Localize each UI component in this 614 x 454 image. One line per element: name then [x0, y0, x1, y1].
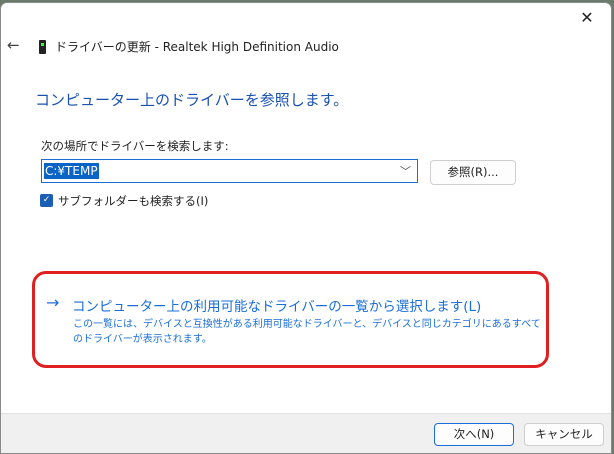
dialog-title: ドライバーの更新 - Realtek High Definition Audio [55, 40, 339, 54]
path-combobox[interactable]: C:¥TEMP ﹀ [41, 159, 418, 183]
pick-from-list-description: この一覧には、デバイスと互換性がある利用可能なドライバーと、デバイスと同じカテゴ… [73, 319, 541, 345]
close-icon: ✕ [580, 8, 594, 27]
audio-device-icon [39, 40, 46, 54]
dialog-footer [1, 413, 611, 453]
update-driver-dialog: ✕ ← ドライバーの更新 - Realtek High Definition A… [0, 2, 612, 454]
browse-button[interactable]: 参照(R)... [430, 160, 516, 185]
search-location-label: 次の場所でドライバーを検索します: [41, 139, 229, 153]
pick-from-list-link[interactable]: コンピューター上の利用可能なドライバーの一覧から選択します(L) [72, 295, 481, 315]
chevron-down-icon[interactable]: ﹀ [400, 163, 411, 179]
include-subfolders-label[interactable]: サブフォルダーも検索する(I) [58, 193, 208, 209]
back-arrow-icon: ← [7, 36, 20, 54]
path-input-value[interactable]: C:¥TEMP [44, 163, 99, 179]
include-subfolders-checkbox[interactable]: ✓ [40, 194, 53, 207]
back-button[interactable]: ← [7, 36, 20, 54]
cancel-button[interactable]: キャンセル [524, 423, 604, 446]
close-button[interactable]: ✕ [575, 7, 599, 29]
next-button[interactable]: 次へ(N) [434, 423, 514, 446]
page-heading: コンピューター上のドライバーを参照します。 [35, 91, 349, 109]
arrow-right-icon: → [46, 293, 60, 312]
